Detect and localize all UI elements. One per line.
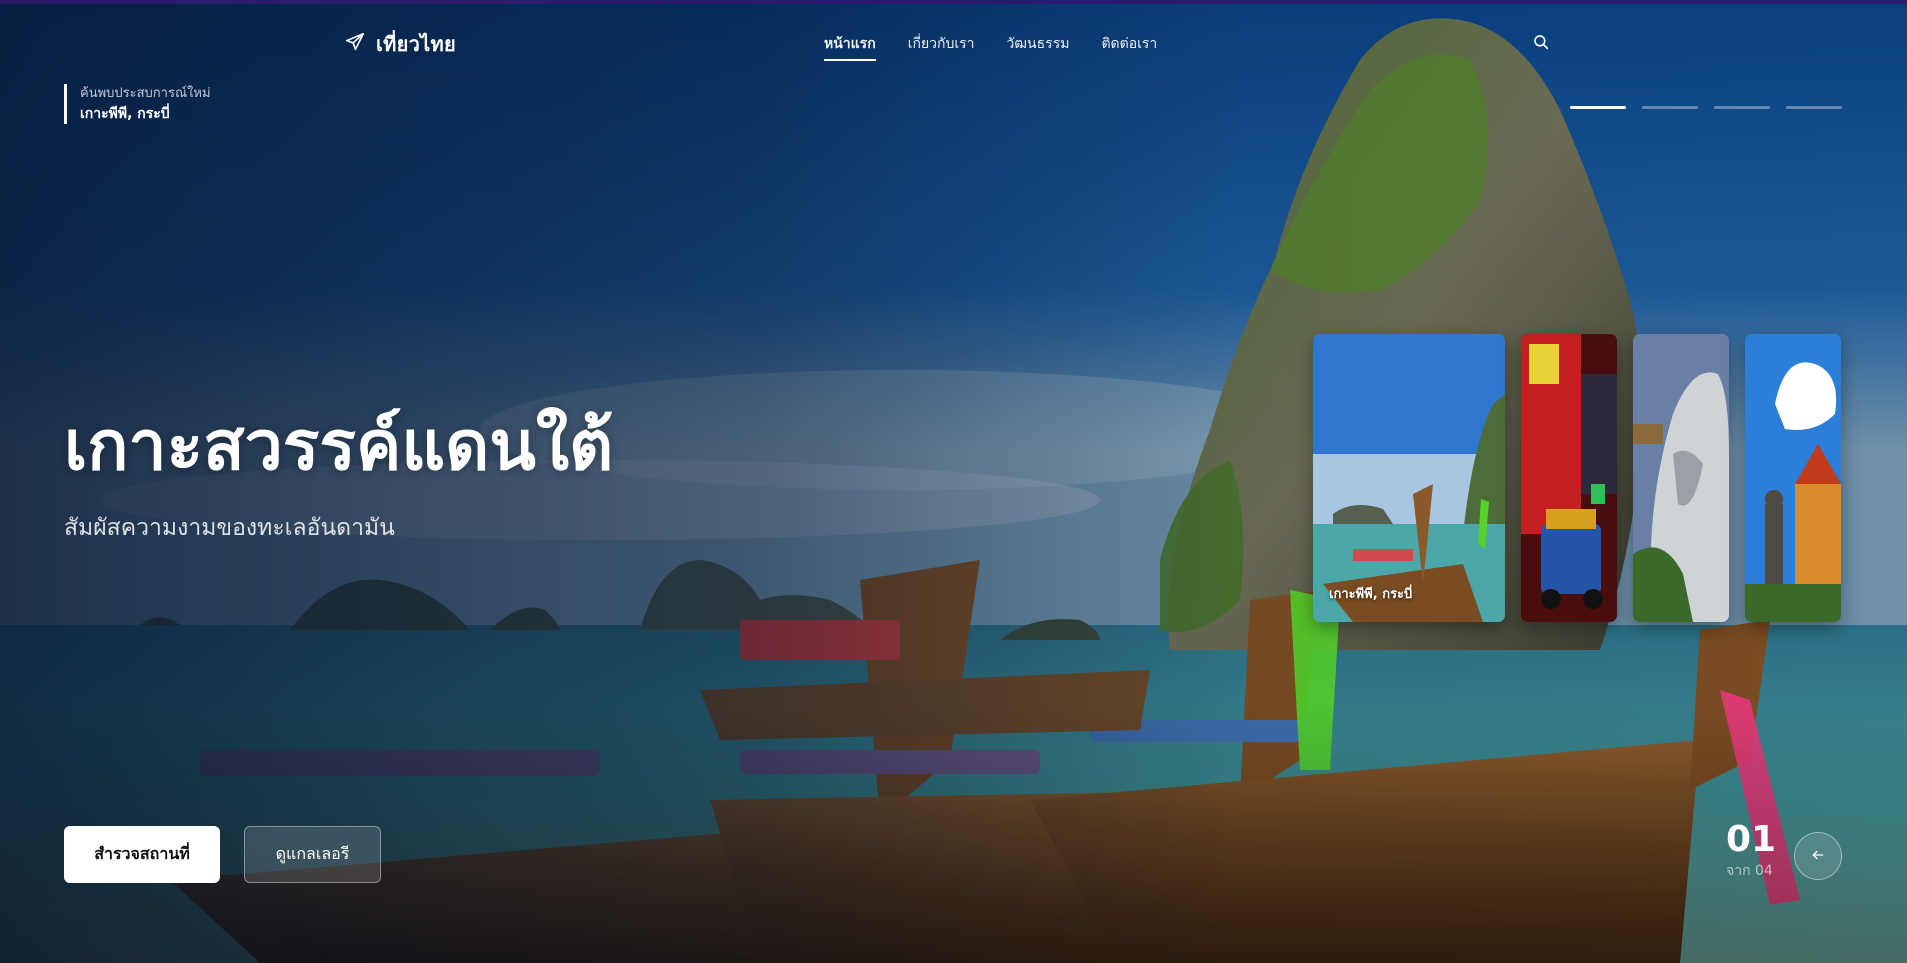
counter-current: 01 <box>1726 819 1777 860</box>
location-tag: ค้นพบประสบการณ์ใหม่ เกาะพีพี, กระบี่ <box>64 84 211 124</box>
card-street[interactable] <box>1521 334 1617 622</box>
slide-counter: 01 จาก 04 <box>1726 820 1776 882</box>
brand-name: เที่ยวไทย <box>376 32 457 56</box>
nav-item-home[interactable]: หน้าแรก <box>824 33 876 61</box>
card-rock[interactable] <box>1633 334 1729 622</box>
progress-bar-1[interactable] <box>1570 106 1626 109</box>
progress-bar-2[interactable] <box>1642 106 1698 109</box>
nav-item-culture[interactable]: วัฒนธรรม <box>1007 33 1070 61</box>
slide-progress <box>1570 106 1842 109</box>
card-temple[interactable] <box>1745 334 1841 622</box>
gallery-button[interactable]: ดูแกลเลอรี <box>244 826 381 883</box>
arrow-left-icon <box>1811 847 1825 866</box>
card-phi-phi[interactable]: เกาะพีพี, กระบี่ <box>1313 334 1505 622</box>
hero-title: เกาะสวรรค์แดนใต้ <box>64 407 614 486</box>
location-label: ค้นพบประสบการณ์ใหม่ <box>80 86 211 101</box>
nav-item-contact[interactable]: ติดต่อเรา <box>1101 33 1157 61</box>
main-nav: หน้าแรก เกี่ยวกับเรา วัฒนธรรม ติดต่อเรา <box>824 33 1157 61</box>
top-accent-line <box>0 0 1907 4</box>
airplane-icon <box>344 31 366 57</box>
brand-logo[interactable]: เที่ยวไทย <box>344 28 456 60</box>
hero-subtitle: สัมผัสความงามของทะเลอันดามัน <box>64 515 395 541</box>
counter-total: จาก 04 <box>1726 863 1773 879</box>
card-caption: เกาะพีพี, กระบี่ <box>1329 587 1413 602</box>
search-icon[interactable] <box>1532 33 1552 53</box>
nav-item-about[interactable]: เกี่ยวกับเรา <box>908 33 975 61</box>
previous-slide-button[interactable] <box>1794 832 1842 880</box>
location-name: เกาะพีพี, กระบี่ <box>80 106 170 122</box>
explore-button[interactable]: สำรวจสถานที่ <box>64 826 220 883</box>
progress-bar-3[interactable] <box>1714 106 1770 109</box>
progress-bar-4[interactable] <box>1786 106 1842 109</box>
